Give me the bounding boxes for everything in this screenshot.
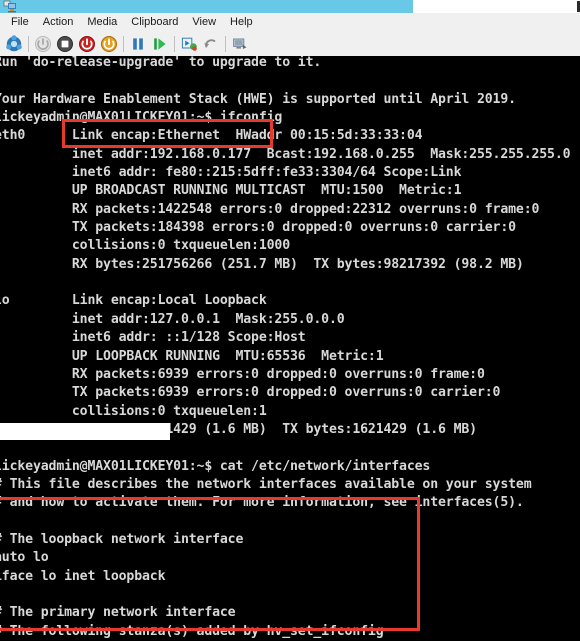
terminal-line: auto lo xyxy=(0,550,49,566)
vm-connect-window: File Action Media Clipboard View Help Ru… xyxy=(0,0,580,641)
menu-clipboard[interactable]: Clipboard xyxy=(124,13,185,32)
terminal-line: RX packets:6939 errors:0 dropped:0 overr… xyxy=(0,366,485,382)
terminal-line: RX packets:1422548 errors:0 dropped:2231… xyxy=(0,201,540,217)
enhanced-session-icon[interactable] xyxy=(229,33,251,55)
toolbar-separator xyxy=(123,36,124,52)
terminal-line: inet addr:127.0.0.1 Mask:255.0.0.0 xyxy=(0,311,345,327)
title-bar-strip xyxy=(0,0,413,13)
terminal-line: # This file describes the network interf… xyxy=(0,476,532,492)
ctrl-alt-del-icon[interactable] xyxy=(3,33,25,55)
terminal-line: # The primary network interface xyxy=(0,605,236,621)
terminal-line: collisions:0 txqueuelen:1000 xyxy=(0,238,291,254)
terminal-line: collisions:0 txqueuelen:1 xyxy=(0,403,267,419)
terminal-line: Your Hardware Enablement Stack (HWE) is … xyxy=(0,91,516,107)
toolbar-separator xyxy=(225,36,226,52)
terminal-line: UP BROADCAST RUNNING MULTICAST MTU:1500 … xyxy=(0,183,462,199)
terminal-line: lo Link encap:Local Loopback xyxy=(0,293,267,309)
vm-connect-icon xyxy=(3,0,19,13)
title-bar xyxy=(0,0,580,13)
menu-view[interactable]: View xyxy=(185,13,223,32)
revert-icon[interactable] xyxy=(200,33,222,55)
terminal-line: inet addr:192.168.0.177 Bcast:192.168.0.… xyxy=(0,146,571,162)
pause-icon[interactable] xyxy=(127,33,149,55)
terminal-line: RX bytes:251756266 (251.7 MB) TX bytes:9… xyxy=(0,256,524,272)
menu-item-list: File Action Media Clipboard View Help xyxy=(0,13,580,32)
terminal-line: TX packets:6939 errors:0 dropped:0 overr… xyxy=(0,385,501,401)
terminal-line: lickeyadmin@MAX01LICKEY01:~$ ifconfig xyxy=(0,110,283,126)
terminal-line: inet6 addr: ::1/128 Scope:Host xyxy=(0,330,306,346)
terminal-line: inet6 addr: fe80::215:5dff:fe33:3304/64 … xyxy=(0,165,462,181)
terminal-line: eth0 Link encap:Ethernet HWaddr 00:15:5d… xyxy=(0,128,423,144)
terminal-line: # The loopback network interface xyxy=(0,531,244,547)
menu-media[interactable]: Media xyxy=(80,13,124,32)
shutdown-icon[interactable] xyxy=(54,33,76,55)
menu-file[interactable]: File xyxy=(4,13,36,32)
reset-icon[interactable] xyxy=(149,33,171,55)
menu-help[interactable]: Help xyxy=(223,13,260,32)
toolbar-separator xyxy=(28,36,29,52)
terminal-line: Run 'do-release-upgrade' to upgrade to i… xyxy=(0,56,322,70)
username-redaction-box xyxy=(0,423,170,440)
checkpoint-icon[interactable] xyxy=(178,33,200,55)
start-icon[interactable] xyxy=(32,33,54,55)
terminal-output[interactable]: Run 'do-release-upgrade' to upgrade to i… xyxy=(0,56,580,641)
terminal-text: Run 'do-release-upgrade' to upgrade to i… xyxy=(0,56,571,641)
toolbar-separator xyxy=(174,36,175,52)
menu-action[interactable]: Action xyxy=(36,13,81,32)
menu-bar: File Action Media Clipboard View Help xyxy=(0,13,580,33)
toolbar xyxy=(0,32,580,57)
turn-off-icon[interactable] xyxy=(76,33,98,55)
terminal-line: lickeyadmin@MAX01LICKEY01:~$ cat /etc/ne… xyxy=(0,458,431,474)
save-state-icon[interactable] xyxy=(98,33,120,55)
terminal-line: UP LOOPBACK RUNNING MTU:65536 Metric:1 xyxy=(0,348,384,364)
terminal-line: # The following stanza(s) added by hv_se… xyxy=(0,623,384,639)
terminal-line: iface lo inet loopback xyxy=(0,568,166,584)
terminal-line: # and how to activate them. For more inf… xyxy=(0,495,524,511)
terminal-line: TX packets:184398 errors:0 dropped:0 ove… xyxy=(0,220,516,236)
